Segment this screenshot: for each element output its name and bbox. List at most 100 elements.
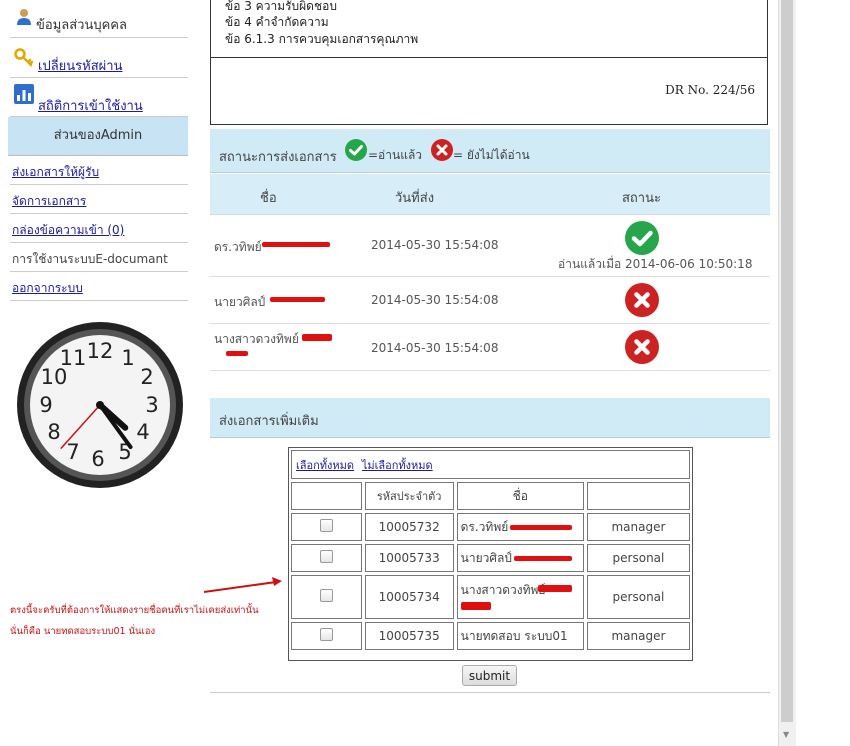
table-row: นางสาวดวงทิพย์ 2014-05-30 15:54:08	[210, 324, 770, 371]
employee-name-cell: นางสาวดวงทิพย์	[456, 575, 584, 619]
status-section-header: สถานะการส่งเอกสาร =อ่านแล้ว = ยังไม่ได้อ…	[210, 129, 770, 173]
logout-link[interactable]: ออกจากระบบ	[12, 279, 83, 298]
column-header: ชื่อ	[456, 482, 584, 510]
svg-text:4: 4	[136, 420, 149, 444]
vertical-scrollbar[interactable]: ▼	[778, 0, 796, 746]
redaction-mark	[262, 242, 330, 247]
sent-date: 2014-05-30 15:54:08	[371, 238, 499, 252]
bar-chart-icon	[14, 84, 34, 107]
table-row: 10005732 ดร.วทิพย์ manager	[291, 513, 690, 541]
sidebar-item-send-document[interactable]: ส่งเอกสารให้ผู้รับ	[10, 156, 188, 185]
dr-number: DR No. 224/56	[665, 83, 755, 97]
checkbox-cell	[291, 575, 362, 619]
svg-text:12: 12	[87, 339, 114, 363]
employee-role: personal	[586, 544, 690, 572]
sidebar-item-manage-documents[interactable]: จัดการเอกสาร	[10, 185, 188, 214]
table-header-row: รหัสประจำตัว ชื่อ	[291, 482, 690, 510]
status-title: สถานะการส่งเอกสาร	[219, 150, 337, 165]
x-circle-icon	[431, 139, 453, 164]
send-document-link[interactable]: ส่งเอกสารให้ผู้รับ	[12, 163, 99, 182]
scroll-down-icon[interactable]: ▼	[783, 730, 789, 739]
sidebar-item-change-password[interactable]: เปลี่ยนรหัสผ่าน	[10, 38, 188, 78]
redaction-mark	[270, 297, 325, 302]
table-row: 10005734 นางสาวดวงทิพย์ personal	[291, 575, 690, 619]
recipient-name: ดร.วทิพย์	[214, 240, 262, 254]
divider	[211, 57, 767, 58]
clock-center	[96, 401, 104, 409]
annotation-text: นั่นก็คือ นายทดสอบระบบ01 นั่นเอง	[10, 626, 156, 637]
sent-date: 2014-05-30 15:54:08	[371, 341, 499, 355]
usage-stats-link[interactable]: สถิติการเข้าใช้งาน	[38, 95, 143, 116]
sidebar-item-personal-info[interactable]: ข้อมูลส่วนบุคคล	[10, 0, 188, 38]
send-more-section-header: ส่งเอกสารเพิ่มเติม	[210, 398, 770, 438]
unread-legend: = ยังไม่ได้อ่าน	[453, 148, 530, 162]
submit-button[interactable]: submit	[462, 665, 517, 686]
unread-status-icon	[625, 330, 659, 364]
column-header: รหัสประจำตัว	[364, 482, 454, 510]
change-password-link[interactable]: เปลี่ยนรหัสผ่าน	[38, 55, 122, 76]
employee-name-cell: ดร.วทิพย์	[456, 513, 584, 541]
employee-role: manager	[586, 513, 690, 541]
table-row: ดร.วทิพย์ 2014-05-30 15:54:08 อ่านแล้วเม…	[210, 215, 770, 277]
document-line: ข้อ 6.1.3 การควบคุมเอกสารคุณภาพ	[225, 32, 419, 46]
redaction-mark	[460, 602, 491, 610]
read-status-icon	[625, 221, 659, 255]
key-icon	[14, 48, 34, 71]
employee-id: 10005734	[364, 575, 454, 619]
employee-role: manager	[586, 622, 690, 650]
svg-text:1: 1	[121, 346, 134, 370]
employee-name-cell: นายวศิลป์	[456, 544, 584, 572]
employee-id: 10005732	[364, 513, 454, 541]
recipient-checkbox[interactable]	[319, 589, 333, 602]
admin-section-header: ส่วนของAdmin	[8, 117, 188, 156]
recipient-selection-table: เลือกทั้งหมด ไม่เลือกทั้งหมด รหัสประจำตั…	[288, 447, 693, 661]
system-usage-link[interactable]: การใช้งานระบบE-documant	[12, 250, 168, 269]
employee-name: ดร.วทิพย์	[460, 519, 509, 534]
svg-text:6: 6	[91, 447, 104, 471]
table-row: 10005733 นายวศิลป์ personal	[291, 544, 690, 572]
manage-documents-link[interactable]: จัดการเอกสาร	[12, 192, 86, 211]
document-detail-box: ข้อ 3 ความรับผิดชอบ ข้อ 4 คำจำกัดความ ข้…	[210, 0, 768, 125]
recipient-name: นายวศิลป์	[214, 295, 266, 309]
table-row: นายวศิลป์ 2014-05-30 15:54:08	[210, 277, 770, 324]
redaction-mark	[302, 334, 332, 341]
user-icon	[16, 8, 32, 29]
select-controls: เลือกทั้งหมด ไม่เลือกทั้งหมด	[291, 450, 690, 479]
sidebar-item-inbox[interactable]: กล่องข้อความเข้า (0)	[10, 214, 188, 243]
select-all-link[interactable]: เลือกทั้งหมด	[296, 459, 354, 472]
column-header: สถานะ	[622, 191, 661, 206]
divider	[210, 692, 770, 693]
annotation-text: ตรงนี้จะครับที่ต้องการให้แสดงรายชื่อคนที…	[10, 605, 259, 616]
svg-text:11: 11	[60, 346, 87, 370]
recipient-name: นางสาวดวงทิพย์	[214, 332, 299, 346]
recipient-checkbox[interactable]	[319, 628, 333, 641]
employee-name: นางสาวดวงทิพย์	[460, 583, 546, 597]
column-header	[291, 482, 362, 510]
employee-name: นายวศิลป์	[460, 550, 512, 565]
table-row: 10005735 นายทดสอบ ระบบ01 manager	[291, 622, 690, 650]
check-circle-icon	[345, 139, 367, 164]
redaction-mark	[513, 556, 572, 561]
svg-text:8: 8	[47, 420, 60, 444]
recipient-checkbox[interactable]	[319, 550, 333, 563]
sidebar-item-system-usage[interactable]: การใช้งานระบบE-documant	[10, 243, 188, 272]
scrollbar-thumb[interactable]	[781, 0, 793, 722]
svg-text:9: 9	[39, 393, 52, 417]
deselect-all-link[interactable]: ไม่เลือกทั้งหมด	[362, 459, 433, 472]
redaction-mark	[226, 351, 248, 356]
column-header: วันที่ส่ง	[395, 191, 435, 206]
svg-text:7: 7	[66, 440, 79, 464]
read-at-text: อ่านแล้วเมื่อ 2014-06-06 10:50:18	[558, 257, 753, 271]
checkbox-cell	[291, 513, 362, 541]
employee-role: personal	[586, 575, 690, 619]
inbox-link[interactable]: กล่องข้อความเข้า (0)	[12, 221, 124, 240]
unread-status-icon	[625, 283, 659, 317]
svg-text:3: 3	[145, 393, 158, 417]
annotation-arrow	[203, 577, 282, 593]
status-table-header: ชื่อ วันที่ส่ง สถานะ	[210, 174, 770, 215]
svg-text:2: 2	[140, 365, 153, 389]
checkbox-cell	[291, 622, 362, 650]
recipient-checkbox[interactable]	[319, 519, 333, 532]
sidebar-item-usage-stats[interactable]: สถิติการเข้าใช้งาน	[10, 78, 188, 117]
sidebar-item-logout[interactable]: ออกจากระบบ	[10, 272, 188, 301]
